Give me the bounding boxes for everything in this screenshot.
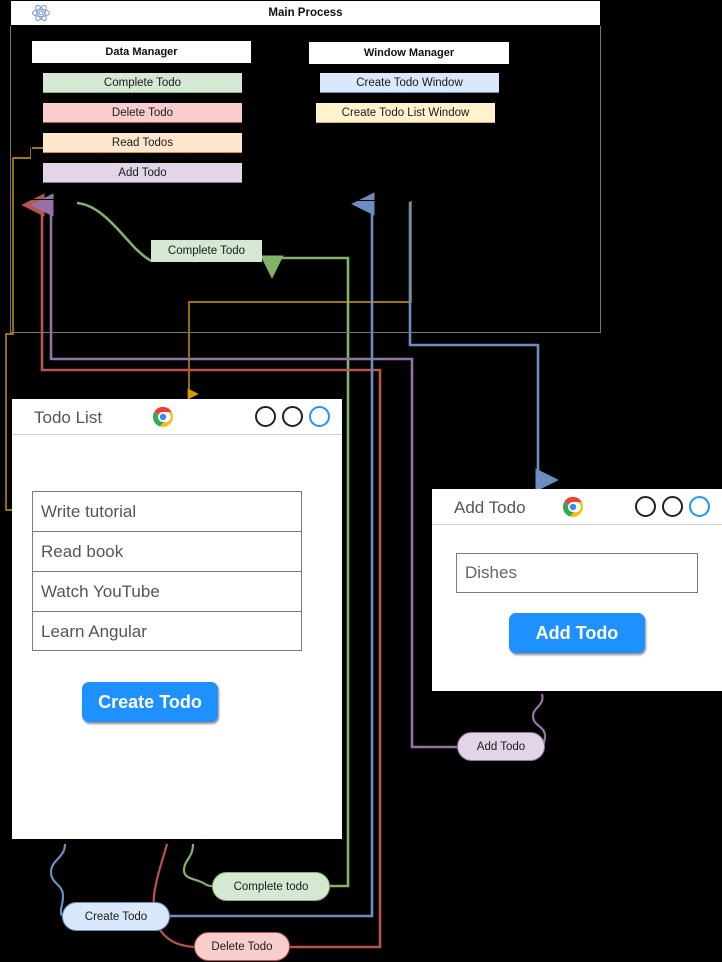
maximize-circle-icon[interactable]: [662, 496, 683, 517]
item-label: Read Todos: [111, 136, 174, 149]
data-manager-panel: Data Manager Complete Todo Delete Todo R…: [31, 40, 252, 200]
todo-list-window: Todo List Write tutorial Read book Watch…: [12, 399, 342, 839]
flow-label-complete-todo-top: Complete Todo: [151, 240, 262, 262]
window-manager-item-create-todo-list-window[interactable]: Create Todo List Window: [316, 103, 495, 123]
list-item[interactable]: Write tutorial: [33, 492, 301, 532]
list-item[interactable]: Learn Angular: [33, 612, 301, 652]
item-label: Create Todo List Window: [341, 106, 470, 119]
minimize-circle-icon[interactable]: [255, 406, 276, 427]
list-item-label: Write tutorial: [41, 501, 137, 521]
item-label: Delete Todo: [111, 106, 174, 119]
data-manager-item-add-todo[interactable]: Add Todo: [43, 163, 242, 183]
data-manager-item-delete-todo[interactable]: Delete Todo: [43, 103, 242, 123]
add-todo-button[interactable]: Add Todo: [509, 613, 645, 653]
window-manager-title-text: Window Manager: [363, 47, 455, 59]
data-manager-title: Data Manager: [32, 41, 251, 64]
todo-list-window-controls[interactable]: [255, 406, 330, 427]
flow-pill-label: Delete Todo: [211, 940, 273, 953]
list-item[interactable]: Watch YouTube: [33, 572, 301, 612]
data-manager-title-text: Data Manager: [105, 46, 178, 58]
chrome-icon: [562, 496, 584, 518]
window-manager-item-create-todo-window[interactable]: Create Todo Window: [320, 73, 499, 93]
list-item-label: Watch YouTube: [41, 581, 160, 601]
flow-pill-label: Create Todo: [84, 910, 148, 923]
data-manager-item-complete-todo[interactable]: Complete Todo: [43, 73, 242, 93]
maximize-circle-icon[interactable]: [282, 406, 303, 427]
main-process-title-bar: Main Process: [10, 0, 601, 26]
flow-pill-complete-todo: Complete todo: [212, 872, 330, 901]
item-label: Add Todo: [118, 166, 167, 179]
add-todo-button-label: Add Todo: [535, 622, 619, 643]
create-todo-button[interactable]: Create Todo: [82, 682, 218, 722]
window-manager-title: Window Manager: [309, 42, 509, 65]
add-todo-window: Add Todo Dishes Add Todo: [432, 489, 722, 691]
item-label: Complete Todo: [103, 76, 182, 89]
flow-pill-add-todo: Add Todo: [457, 732, 545, 761]
minimize-circle-icon[interactable]: [635, 496, 656, 517]
close-circle-icon[interactable]: [689, 496, 710, 517]
chrome-icon: [152, 406, 174, 428]
data-manager-item-read-todos[interactable]: Read Todos: [43, 133, 242, 153]
flow-pill-label: Complete todo: [233, 880, 309, 893]
todo-text-input-value: Dishes: [465, 563, 517, 582]
close-circle-icon[interactable]: [309, 406, 330, 427]
list-item-label: Read book: [41, 541, 124, 561]
flow-pill-delete-todo: Delete Todo: [194, 932, 290, 961]
add-todo-window-controls[interactable]: [635, 496, 710, 517]
list-item[interactable]: Read book: [33, 532, 301, 572]
add-todo-window-title: Add Todo: [454, 498, 526, 517]
flow-pill-label: Add Todo: [476, 740, 526, 753]
todo-list-window-title: Todo List: [34, 408, 103, 427]
create-todo-button-label: Create Todo: [98, 691, 202, 712]
list-item-label: Learn Angular: [41, 622, 147, 641]
todo-items-list: Write tutorial Read book Watch YouTube L…: [32, 491, 302, 651]
item-label: Create Todo Window: [356, 76, 463, 89]
window-manager-panel: Window Manager Create Todo Window Create…: [308, 41, 510, 201]
main-process-title-text: Main Process: [268, 7, 343, 19]
atom-icon: [31, 4, 51, 22]
flow-pill-create-todo: Create Todo: [62, 902, 170, 931]
flow-label-text: Complete Todo: [167, 245, 246, 257]
todo-text-input[interactable]: Dishes: [456, 553, 698, 593]
